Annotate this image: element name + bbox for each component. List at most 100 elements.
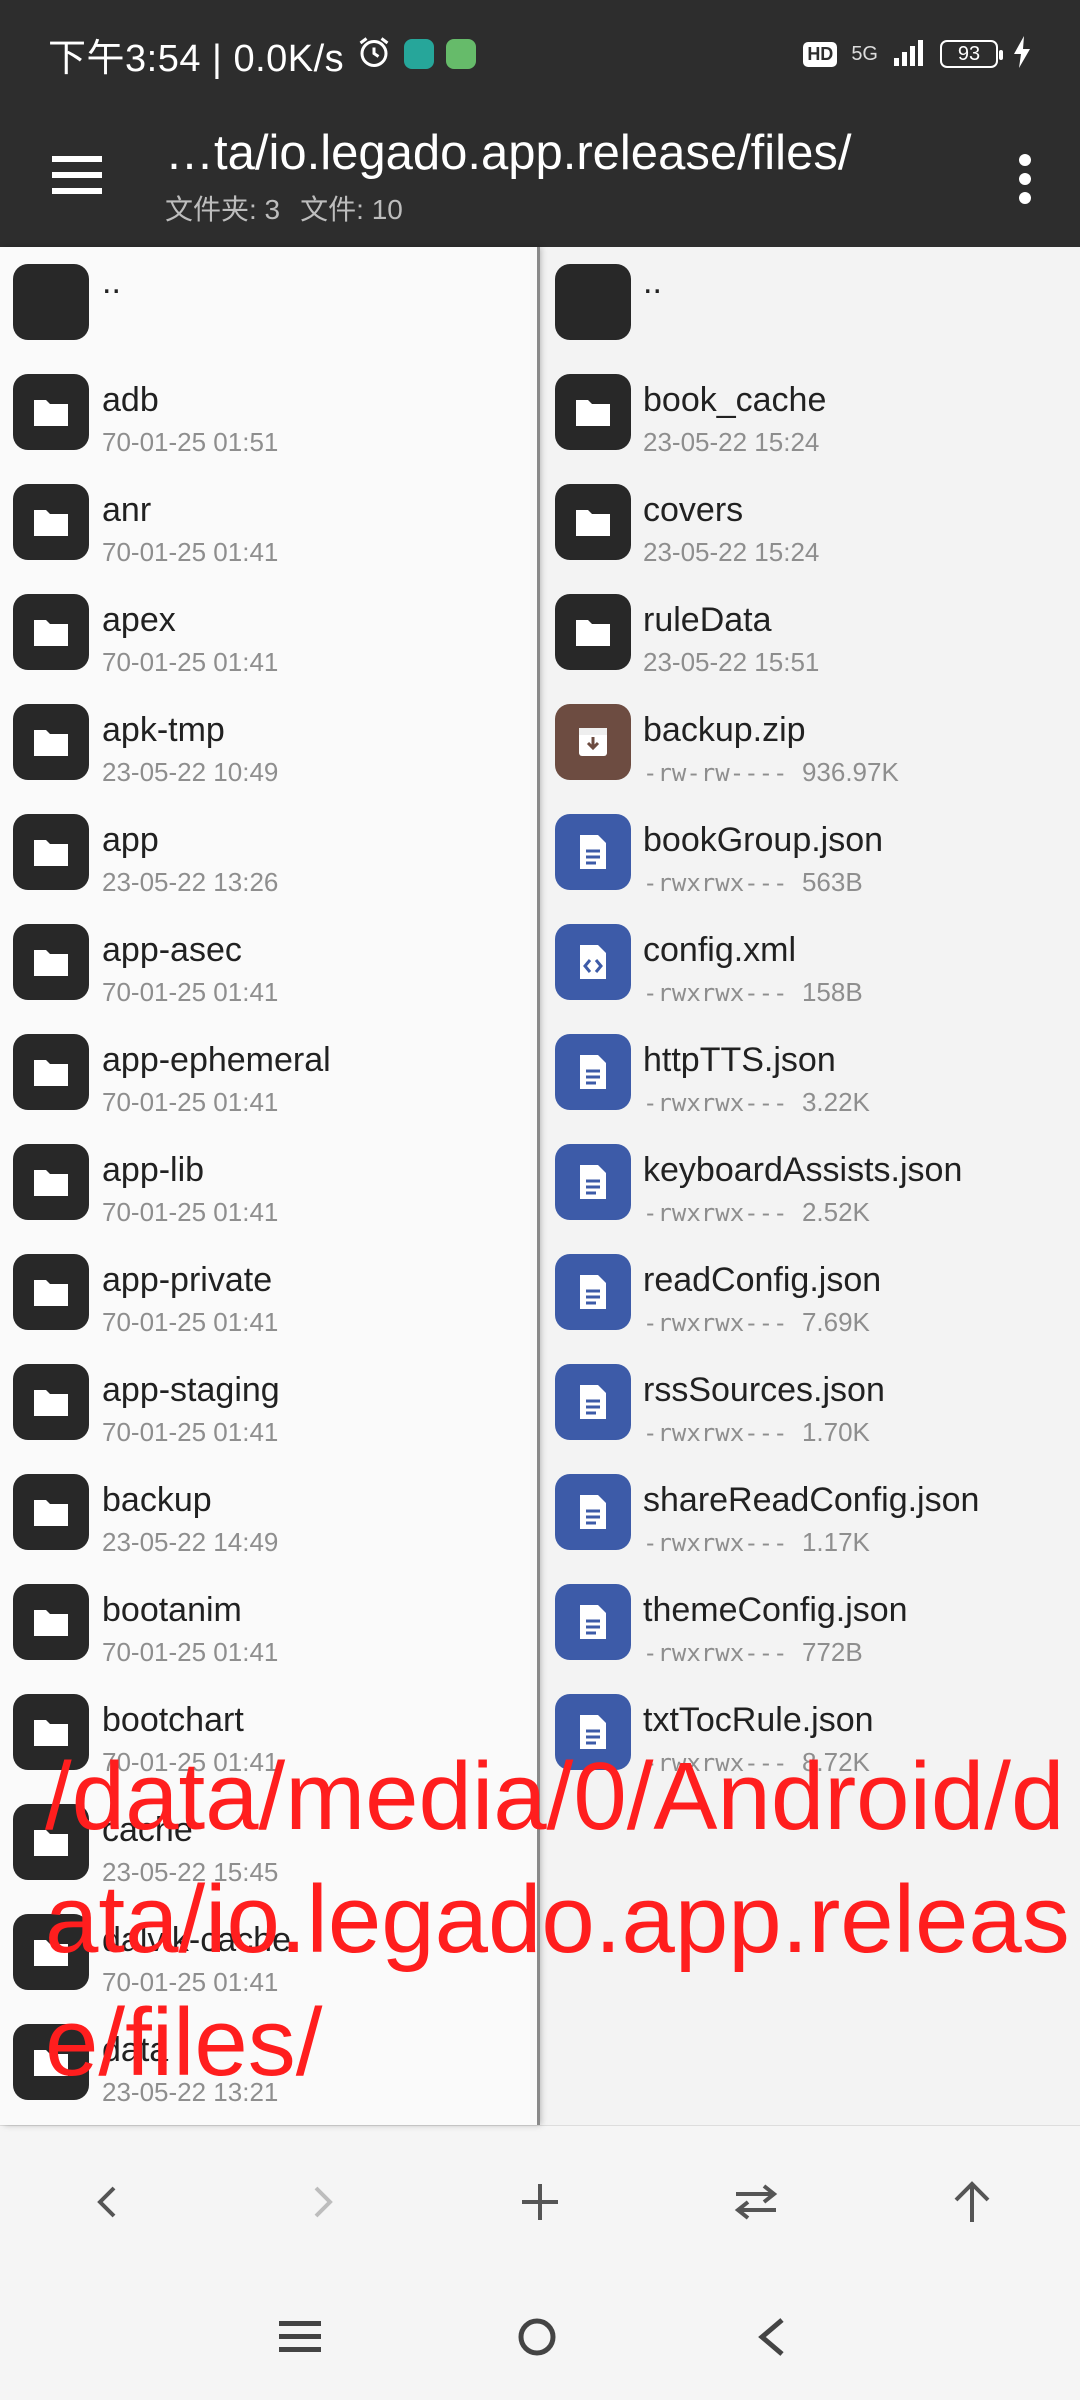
document-icon [555, 1364, 631, 1440]
document-glyph-icon [580, 835, 606, 869]
file-row[interactable]: ruleData 23-05-22 15:51 [540, 577, 1080, 687]
more-options-button[interactable] [990, 144, 1060, 214]
file-name: themeConfig.json [643, 1591, 908, 1629]
file-row[interactable]: httpTTS.json -rwxrwx--- 3.22K [540, 1017, 1080, 1127]
network-label: 5G [851, 43, 878, 65]
file-row[interactable]: rssSources.json -rwxrwx--- 1.70K [540, 1347, 1080, 1457]
file-permissions: -rwxrwx--- [643, 979, 788, 1007]
battery-indicator: 93 [940, 40, 1003, 68]
file-row[interactable]: apk-tmp 23-05-22 10:49 [0, 687, 537, 797]
file-modified-date: 23-05-22 14:49 [102, 1527, 279, 1557]
file-row[interactable]: backup.zip -rw-rw---- 936.97K [540, 687, 1080, 797]
file-name: app-asec [102, 931, 242, 969]
file-row[interactable]: covers 23-05-22 15:24 [540, 467, 1080, 577]
swap-panes-button[interactable] [716, 2162, 796, 2242]
folder-icon [13, 1474, 89, 1550]
android-notification-icon [446, 39, 477, 69]
document-icon [555, 1254, 631, 1330]
file-size: 3.22K [801, 1087, 870, 1117]
left-file-pane[interactable]: .. adb 70-01-25 01:51 anr 70-01-25 01:41 ape… [0, 247, 537, 2125]
file-modified-date: 70-01-25 01:41 [102, 1307, 279, 1337]
folder-glyph-icon [34, 1170, 68, 1196]
file-size: 158B [801, 977, 863, 1007]
document-icon [555, 1694, 631, 1770]
home-circle-icon [518, 2318, 556, 2356]
file-row[interactable]: readConfig.json -rwxrwx--- 7.69K [540, 1237, 1080, 1347]
file-name: data [102, 2031, 169, 2069]
file-row[interactable]: bookGroup.json -rwxrwx--- 563B [540, 797, 1080, 907]
file-row[interactable]: app-private 70-01-25 01:41 [0, 1237, 537, 1347]
folder-glyph-icon [34, 1720, 68, 1746]
folder-glyph-icon [576, 400, 610, 426]
folder-glyph-icon [34, 1610, 68, 1636]
folder-icon [555, 484, 631, 560]
file-row[interactable]: data 23-05-22 13:21 [0, 2007, 537, 2117]
folder-icon [13, 1144, 89, 1220]
alarm-icon [356, 34, 392, 75]
file-name: bookGroup.json [643, 821, 884, 859]
system-back-button[interactable] [728, 2292, 818, 2382]
home-button[interactable] [492, 2292, 582, 2382]
folder-icon [13, 374, 89, 450]
folder-icon [13, 1804, 89, 1880]
file-name: apk-tmp [102, 711, 225, 749]
file-row[interactable]: themeConfig.json -rwxrwx--- 772B [540, 1567, 1080, 1677]
file-name: bootchart [102, 1701, 244, 1739]
status-left: 下午3:54 | 0.0K/s [48, 30, 477, 80]
file-permissions: -rwxrwx--- [643, 1419, 788, 1447]
pane-divider[interactable] [537, 247, 540, 2125]
file-modified-date: 23-05-22 15:45 [102, 1857, 279, 1887]
file-size: 1.70K [801, 1417, 870, 1447]
forward-button[interactable] [282, 2162, 362, 2242]
charging-icon [1012, 35, 1032, 73]
file-row[interactable]: cache 23-05-22 15:45 [0, 1787, 537, 1897]
file-row[interactable]: backup 23-05-22 14:49 [0, 1457, 537, 1567]
file-name: dalvik-cache [102, 1921, 291, 1959]
file-size: 8.72K [801, 1747, 870, 1777]
file-row[interactable]: anr 70-01-25 01:41 [0, 467, 537, 577]
file-name: httpTTS.json [643, 1041, 836, 1079]
folder-icon [13, 1034, 89, 1110]
archive-icon [555, 704, 631, 780]
up-icon [954, 2181, 990, 2222]
archive-glyph-icon [579, 728, 607, 756]
file-modified-date: 23-05-22 13:26 [102, 867, 279, 897]
folder-glyph-icon [34, 2050, 68, 2076]
go-up-button[interactable] [932, 2162, 1012, 2242]
file-row[interactable]: txtTocRule.json -rwxrwx--- 8.72K [540, 1677, 1080, 1787]
file-row[interactable]: shareReadConfig.json -rwxrwx--- 1.17K [540, 1457, 1080, 1567]
add-button[interactable] [500, 2162, 580, 2242]
file-row[interactable]: app 23-05-22 13:26 [0, 797, 537, 907]
menu-button[interactable] [42, 142, 112, 208]
document-icon [555, 1034, 631, 1110]
file-row[interactable]: app-asec 70-01-25 01:41 [0, 907, 537, 1017]
file-row[interactable]: app-staging 70-01-25 01:41 [0, 1347, 537, 1457]
file-modified-date: 70-01-25 01:41 [102, 1967, 279, 1997]
file-row[interactable]: config.xml -rwxrwx--- 158B [540, 907, 1080, 1017]
file-row[interactable]: app-ephemeral 70-01-25 01:41 [0, 1017, 537, 1127]
file-permissions: -rwxrwx--- [643, 1749, 788, 1777]
file-row[interactable]: bootchart 70-01-25 01:41 [0, 1677, 537, 1787]
file-modified-date: 23-05-22 15:51 [643, 647, 820, 677]
file-name: .. [643, 263, 662, 301]
back-button[interactable] [68, 2162, 148, 2242]
file-row[interactable]: keyboardAssists.json -rwxrwx--- 2.52K [540, 1127, 1080, 1237]
file-size: 936.97K [801, 757, 899, 787]
file-meta: -rwxrwx--- 8.72K [643, 1747, 870, 1778]
recents-button[interactable] [255, 2292, 345, 2382]
folder-glyph-icon [34, 400, 68, 426]
parent-dir-row[interactable]: .. [0, 247, 537, 357]
folder-icon [13, 1914, 89, 1990]
folder-icon [13, 264, 89, 340]
file-row[interactable]: apex 70-01-25 01:41 [0, 577, 537, 687]
file-row[interactable]: bootanim 70-01-25 01:41 [0, 1567, 537, 1677]
file-row[interactable]: app-lib 70-01-25 01:41 [0, 1127, 537, 1237]
file-meta: -rwxrwx--- 3.22K [643, 1087, 870, 1118]
file-row[interactable]: adb 70-01-25 01:51 [0, 357, 537, 467]
parent-dir-row[interactable]: .. [540, 247, 1080, 357]
right-file-pane[interactable]: .. book_cache 23-05-22 15:24 covers 23-05-2… [540, 247, 1080, 2125]
file-row[interactable]: book_cache 23-05-22 15:24 [540, 357, 1080, 467]
signal-icon [892, 38, 926, 71]
file-row[interactable]: dalvik-cache 70-01-25 01:41 [0, 1897, 537, 2007]
folder-glyph-icon [34, 1940, 68, 1966]
